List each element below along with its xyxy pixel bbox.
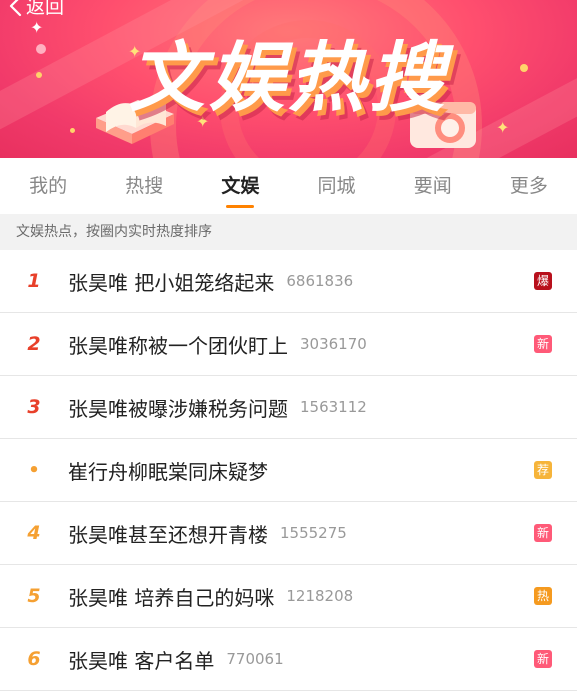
tab-hot-search[interactable]: 热搜 (108, 158, 180, 214)
list-item[interactable]: • 崔行舟柳眠棠同床疑梦 荐 (0, 439, 577, 502)
category-tabs: 我的 热搜 文娱 同城 要闻 更多 (0, 158, 577, 214)
list-item[interactable]: 4 张昊唯甚至还想开青楼 1555275 新 (0, 502, 577, 565)
tab-news[interactable]: 要闻 (397, 158, 469, 214)
list-item[interactable]: 6 张昊唯 客户名单 770061 新 (0, 628, 577, 691)
item-title: 张昊唯 客户名单 (68, 648, 215, 673)
rank-number: 6 (27, 648, 41, 670)
item-title: 张昊唯 把小姐笼络起来 (68, 270, 275, 295)
status-badge: 热 (534, 587, 552, 605)
item-title: 崔行舟柳眠棠同床疑梦 (68, 459, 268, 484)
item-count: 1563112 (300, 398, 367, 416)
rank-number: 1 (27, 270, 41, 292)
banner-title: 文娱热搜 (128, 33, 449, 122)
list-item[interactable]: 2 张昊唯称被一个团伙盯上 3036170 新 (0, 313, 577, 376)
rank-number: 3 (27, 396, 41, 418)
status-badge: 爆 (534, 272, 552, 290)
banner: 返回 ✦ ✦ ✦ ✦ 文娱热搜 (0, 0, 577, 158)
tab-entertainment[interactable]: 文娱 (204, 158, 276, 214)
list-item[interactable]: 5 张昊唯 培养自己的妈咪 1218208 热 (0, 565, 577, 628)
status-badge: 新 (534, 650, 552, 668)
item-count: 770061 (226, 650, 284, 668)
rank-bullet: • (28, 459, 40, 481)
section-header: 文娱热点，按圈内实时热度排序 (0, 214, 577, 250)
item-count: 6861836 (286, 272, 354, 290)
rank-number: 4 (27, 522, 41, 544)
item-title: 张昊唯被曝涉嫌税务问题 (68, 396, 288, 421)
hot-search-list: 1 张昊唯 把小姐笼络起来 6861836 爆 2 张昊唯称被一个团伙盯上 30… (0, 250, 577, 691)
item-title: 张昊唯称被一个团伙盯上 (68, 333, 288, 358)
status-badge: 荐 (534, 461, 552, 479)
item-count: 1555275 (280, 524, 347, 542)
item-title: 张昊唯甚至还想开青楼 (68, 522, 268, 547)
item-count: 1218208 (286, 587, 354, 605)
rank-number: 5 (27, 585, 41, 607)
list-item[interactable]: 1 张昊唯 把小姐笼络起来 6861836 爆 (0, 250, 577, 313)
tab-mine[interactable]: 我的 (12, 158, 84, 214)
decor-dot (70, 128, 75, 133)
tab-local[interactable]: 同城 (301, 158, 373, 214)
status-badge: 新 (534, 335, 552, 353)
status-badge: 新 (534, 524, 552, 542)
tab-more[interactable]: 更多 (493, 158, 565, 214)
item-count: 3036170 (300, 335, 367, 353)
rank-number: 2 (27, 333, 41, 355)
item-title: 张昊唯 培养自己的妈咪 (68, 585, 275, 610)
chevron-left-icon (9, 0, 22, 16)
list-item[interactable]: 3 张昊唯被曝涉嫌税务问题 1563112 (0, 376, 577, 439)
